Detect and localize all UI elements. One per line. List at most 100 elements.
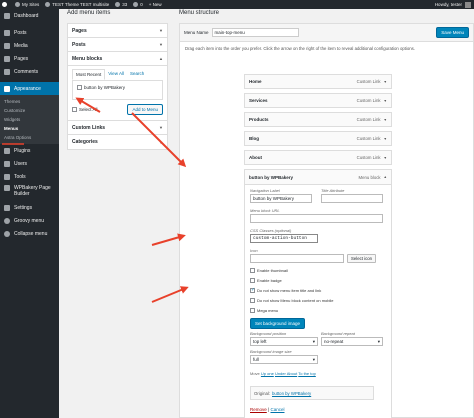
caret-down-icon: ▼ — [159, 28, 163, 33]
hide-content-checkbox[interactable] — [250, 298, 255, 303]
section-custom-links[interactable]: Custom Links ▼ — [68, 121, 167, 135]
caret-down-icon[interactable]: ▼ — [384, 99, 387, 103]
menu-blocks-body: Most Recent View All Search button by WP… — [68, 66, 167, 121]
hide-content-mobile[interactable]: Do not show Menu block content on mobile — [250, 298, 334, 303]
menu-item[interactable]: Products Custom Link ▼ — [244, 112, 392, 127]
caret-down-icon[interactable]: ▼ — [384, 156, 387, 160]
section-posts[interactable]: Posts ▼ — [68, 38, 167, 52]
bg-position-select[interactable]: top left ▾ — [250, 337, 318, 346]
admin-menu: Dashboard Posts Media Pages Comments App… — [0, 9, 59, 418]
wpbakery-icon — [4, 185, 10, 191]
comment-icon — [133, 2, 139, 7]
select-all[interactable]: Select All — [72, 107, 98, 112]
submenu-themes[interactable]: Themes — [0, 97, 59, 106]
menu-dashboard[interactable]: Dashboard — [0, 9, 59, 22]
enable-thumbnail[interactable]: Enable thumbnail — [250, 268, 288, 273]
save-menu-button[interactable]: Save Menu — [436, 27, 469, 38]
menu-appearance[interactable]: Appearance — [0, 82, 59, 95]
site-name-link[interactable]: TEST Theme TEST multisite — [45, 2, 109, 7]
my-sites-link[interactable]: My Sites — [15, 2, 39, 7]
section-categories[interactable]: Categories ▼ — [68, 135, 167, 149]
submenu-customize[interactable]: Customize — [0, 106, 59, 115]
mega-menu-checkbox[interactable] — [250, 308, 255, 313]
menu-groovy[interactable]: Groovy menu — [0, 214, 59, 227]
submenu-widgets[interactable]: Widgets — [0, 115, 59, 124]
media-icon — [4, 42, 10, 49]
menu-structure-panel: Menu Name main-top-menu Save Menu Drag e… — [179, 23, 474, 418]
submenu-menus[interactable]: Menus — [0, 124, 59, 133]
badge-checkbox[interactable] — [250, 278, 255, 283]
appearance-submenu: Themes Customize Widgets Menus Astra Opt… — [0, 95, 59, 144]
original-link[interactable]: button by WPBakery — [272, 391, 311, 396]
move-up-one-link[interactable]: Up one — [261, 371, 274, 376]
select-arrow-icon: ▾ — [312, 339, 315, 344]
title-attribute-input[interactable] — [321, 194, 383, 203]
wp-logo-icon[interactable] — [2, 2, 9, 7]
url-input[interactable] — [250, 214, 383, 223]
select-icon-button[interactable]: Select icon — [347, 254, 377, 263]
new-content-link[interactable]: + New — [149, 2, 162, 7]
tab-search[interactable]: Search — [127, 69, 147, 80]
enable-badge[interactable]: Enable badge — [250, 278, 282, 283]
caret-down-icon[interactable]: ▼ — [384, 137, 387, 141]
menu-pages[interactable]: Pages — [0, 52, 59, 65]
icon-label: Icon — [250, 248, 258, 253]
menu-users[interactable]: Users — [0, 157, 59, 170]
select-arrow-icon: ▾ — [312, 357, 315, 362]
mega-menu[interactable]: Mega menu — [250, 308, 278, 313]
menu-structure-title: Menu structure — [179, 10, 220, 16]
add-items-title: Add menu items — [67, 10, 111, 16]
admin-bar: My Sites TEST Theme TEST multisite 33 0 … — [0, 0, 474, 9]
move-under-link[interactable]: Under About — [275, 371, 297, 376]
title-attribute-label: Title Attribute — [321, 188, 345, 193]
menu-posts[interactable]: Posts — [0, 26, 59, 39]
add-to-menu-button[interactable]: Add to Menu — [127, 104, 163, 115]
menu-wpbakery[interactable]: WPBakery Page Builder — [0, 183, 59, 201]
submenu-astra-options[interactable]: Astra Options — [0, 133, 59, 142]
sites-icon — [15, 2, 20, 7]
menu-name-label: Menu Name — [184, 30, 209, 35]
menu-item[interactable]: Home Custom Link ▼ — [244, 74, 392, 89]
menu-media[interactable]: Media — [0, 39, 59, 52]
css-classes-input[interactable]: custom-action-button — [250, 234, 318, 243]
bg-position-label: Background position — [250, 331, 287, 336]
bg-size-label: Background image size — [250, 349, 292, 354]
bg-size-select[interactable]: full ▾ — [250, 355, 318, 364]
section-pages[interactable]: Pages ▼ — [68, 24, 167, 38]
hide-title-checkbox[interactable] — [250, 287, 255, 293]
menu-item[interactable]: Blog Custom Link ▼ — [244, 131, 392, 146]
updates-link[interactable]: 33 — [115, 2, 127, 7]
select-all-checkbox[interactable] — [72, 107, 77, 112]
tab-view-all[interactable]: View All — [105, 69, 127, 80]
account-menu[interactable]: Howdy, tester — [435, 1, 471, 8]
hide-title-link[interactable]: Do not show menu item title and link — [250, 287, 321, 293]
menu-plugins[interactable]: Plugins — [0, 144, 59, 157]
menu-name-input[interactable]: main-top-menu — [211, 28, 299, 37]
set-background-button[interactable]: Set background image — [250, 318, 306, 329]
menu-item[interactable]: Services Custom Link ▼ — [244, 93, 392, 108]
pushpin-icon — [4, 29, 10, 36]
comments-link[interactable]: 0 — [133, 2, 143, 7]
menu-comments[interactable]: Comments — [0, 65, 59, 78]
caret-down-icon: ▼ — [159, 139, 163, 145]
menu-item[interactable]: About Custom Link ▼ — [244, 150, 392, 165]
menu-block-checkbox[interactable] — [77, 85, 82, 90]
collapse-menu[interactable]: Collapse menu — [0, 227, 59, 240]
bg-repeat-select[interactable]: no-repeat ▾ — [321, 337, 383, 346]
menu-block-item[interactable]: button by WPBakery — [77, 85, 158, 90]
thumbnail-checkbox[interactable] — [250, 268, 255, 273]
caret-down-icon[interactable]: ▼ — [384, 80, 387, 84]
icon-input[interactable] — [250, 254, 344, 263]
cancel-link[interactable]: Cancel — [270, 407, 284, 412]
section-menu-blocks[interactable]: Menu blocks ▲ — [68, 52, 167, 66]
caret-down-icon: ▼ — [159, 42, 163, 47]
move-to-top-link[interactable]: To the top — [298, 371, 316, 376]
caret-down-icon[interactable]: ▼ — [384, 118, 387, 122]
expanded-item-header[interactable]: button by WPBakery Menu block ▲ — [245, 170, 391, 185]
nav-label-input[interactable]: button by WPBakery — [250, 194, 312, 203]
menu-tools[interactable]: Tools — [0, 170, 59, 183]
tab-most-recent[interactable]: Most Recent — [72, 69, 106, 80]
menu-settings[interactable]: Settings — [0, 201, 59, 214]
remove-link[interactable]: Remove — [250, 407, 267, 412]
caret-up-icon[interactable]: ▲ — [384, 175, 387, 179]
